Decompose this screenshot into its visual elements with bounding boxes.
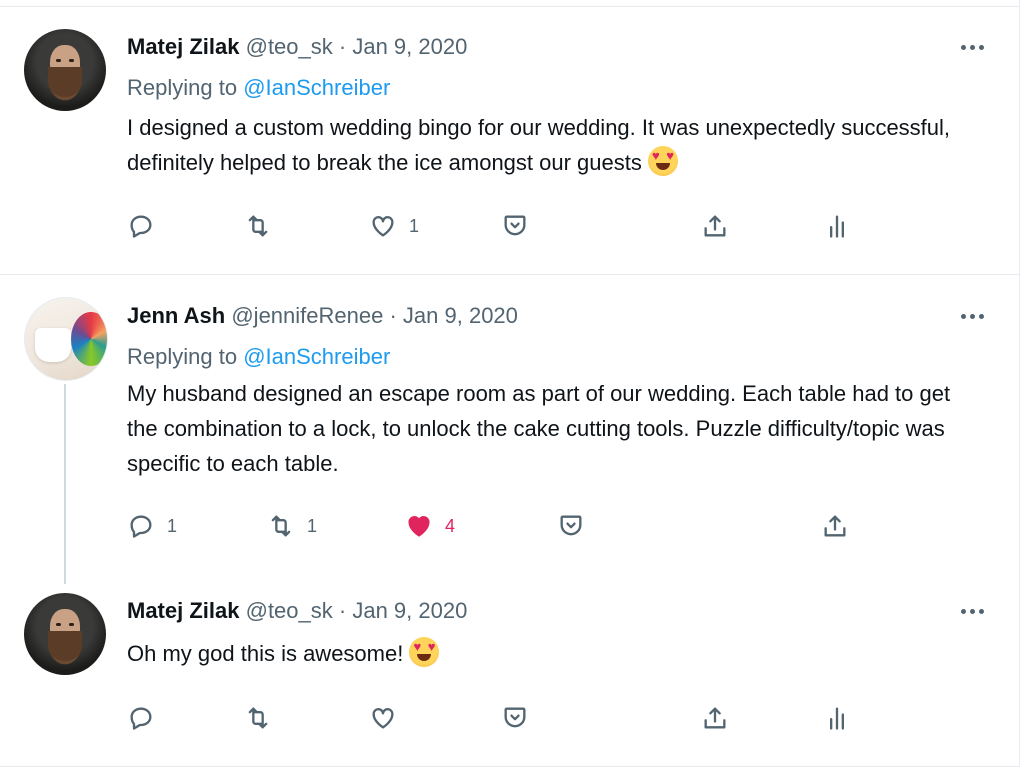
like-icon: [372, 216, 394, 237]
tweet-header: Matej Zilak @teo_sk · Jan 9, 2020: [127, 598, 467, 624]
reply-button[interactable]: 1: [127, 506, 177, 546]
tweet-actions: [127, 698, 977, 738]
retweet-icon: [248, 215, 268, 237]
separator: ·: [338, 34, 347, 59]
tip-button[interactable]: [501, 206, 529, 246]
like-icon: [408, 516, 430, 537]
avatar[interactable]: [24, 29, 106, 111]
author-handle[interactable]: @teo_sk: [246, 34, 333, 59]
like-button[interactable]: [369, 698, 397, 738]
heart-eyes-emoji-icon: [648, 146, 678, 176]
reply-button[interactable]: [127, 698, 155, 738]
tweet-header: Matej Zilak @teo_sk · Jan 9, 2020: [127, 34, 467, 60]
tweet-text: Oh my god this is awesome!: [127, 636, 977, 671]
like-button[interactable]: 4: [405, 506, 455, 546]
replying-to: Replying to @IanSchreiber: [127, 344, 390, 370]
tweet-3[interactable]: Matej Zilak @teo_sk · Jan 9, 2020 Oh my …: [0, 586, 1019, 767]
share-icon: [704, 707, 726, 729]
reply-icon: [130, 707, 152, 730]
author-handle[interactable]: @jennifeRenee: [231, 303, 383, 328]
like-count: 4: [445, 515, 456, 536]
more-icon[interactable]: [961, 42, 989, 52]
retweet-button[interactable]: [244, 206, 272, 246]
mention-link[interactable]: @IanSchreiber: [243, 344, 390, 369]
column-border: [1019, 0, 1020, 767]
more-icon[interactable]: [961, 311, 989, 321]
author-handle[interactable]: @teo_sk: [246, 598, 333, 623]
share-icon: [824, 515, 846, 537]
retweet-icon: [271, 515, 291, 537]
thread-connector-line: [64, 384, 66, 584]
analytics-icon: [830, 215, 844, 238]
author-name[interactable]: Matej Zilak: [127, 598, 239, 623]
tweet-2[interactable]: Jenn Ash @jennifeRenee · Jan 9, 2020 Rep…: [0, 276, 1019, 586]
tweet-date[interactable]: Jan 9, 2020: [403, 303, 518, 328]
like-icon: [372, 708, 394, 729]
tip-icon: [560, 515, 582, 536]
reply-count: 1: [167, 515, 178, 536]
share-button[interactable]: [821, 506, 849, 546]
tweet-text-content: Oh my god this is awesome!: [127, 641, 404, 666]
tweet-text: I designed a custom wedding bingo for ou…: [127, 110, 977, 180]
more-icon[interactable]: [961, 606, 989, 616]
retweet-button[interactable]: 1: [267, 506, 317, 546]
like-button[interactable]: 1: [369, 206, 419, 246]
heart-eyes-emoji-icon: [409, 637, 440, 667]
tweet-text: My husband designed an escape room as pa…: [127, 381, 951, 476]
avatar[interactable]: [24, 297, 108, 381]
reply-icon: [130, 515, 152, 538]
replying-to: Replying to @IanSchreiber: [127, 75, 390, 101]
tip-button[interactable]: [501, 698, 529, 738]
tweet-header: Jenn Ash @jennifeRenee · Jan 9, 2020: [127, 303, 518, 329]
analytics-button[interactable]: [823, 698, 851, 738]
separator: ·: [389, 303, 397, 328]
tweet-actions: 1: [127, 206, 977, 246]
share-button[interactable]: [701, 206, 729, 246]
tip-icon: [504, 215, 526, 236]
author-name[interactable]: Matej Zilak: [127, 34, 239, 59]
tweet-text-content: I designed a custom wedding bingo for ou…: [127, 115, 951, 175]
mention-link[interactable]: @IanSchreiber: [243, 75, 390, 100]
avatar[interactable]: [24, 593, 106, 675]
tweet-date[interactable]: Jan 9, 2020: [352, 598, 467, 623]
tweet-actions: 1 1 4: [127, 506, 977, 546]
analytics-icon: [830, 707, 844, 730]
retweet-count: 1: [307, 515, 318, 536]
retweet-button[interactable]: [244, 698, 272, 738]
tip-icon: [504, 707, 526, 728]
reply-button[interactable]: [127, 206, 155, 246]
retweet-icon: [248, 707, 268, 729]
author-name[interactable]: Jenn Ash: [127, 303, 225, 328]
reply-icon: [130, 215, 152, 238]
share-icon: [704, 215, 726, 237]
tweet-1[interactable]: Matej Zilak @teo_sk · Jan 9, 2020 Replyi…: [0, 7, 1019, 275]
share-button[interactable]: [701, 698, 729, 738]
analytics-button[interactable]: [823, 206, 851, 246]
like-count: 1: [409, 215, 420, 236]
replying-prefix: Replying to: [127, 75, 238, 100]
replying-prefix: Replying to: [127, 344, 238, 369]
separator: ·: [338, 598, 347, 623]
tweet-date[interactable]: Jan 9, 2020: [352, 34, 467, 59]
tip-button[interactable]: [557, 506, 585, 546]
